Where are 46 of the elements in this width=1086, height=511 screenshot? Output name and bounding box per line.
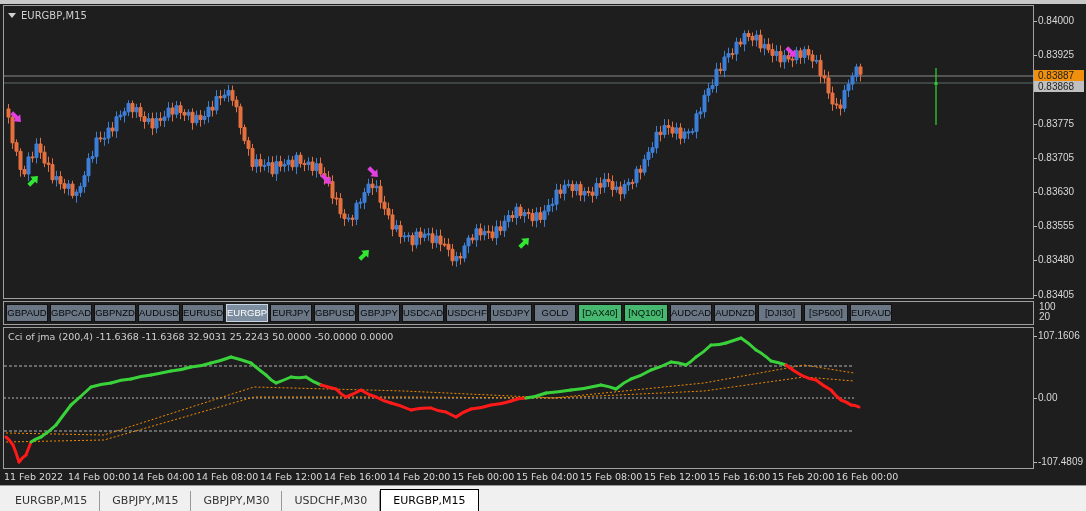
price-marker-drawing <box>934 67 938 126</box>
symbol-button[interactable]: EURGBP <box>226 304 268 322</box>
symbol-button[interactable]: GBPCAD <box>50 304 92 322</box>
symbol-button[interactable]: EURJPY <box>270 304 312 322</box>
symbol-button[interactable]: AUDNZD <box>714 304 756 322</box>
price-tag: 0.83868 <box>1034 81 1084 92</box>
chart-tab[interactable]: EURGBP,M15 <box>3 491 101 511</box>
symbol-button[interactable]: USDCAD <box>402 304 444 322</box>
scale-label: 20 <box>1039 312 1052 322</box>
chart-title: EURGBP,M15 <box>8 8 87 23</box>
chart-tab[interactable]: GBPJPY,M15 <box>100 491 192 511</box>
time-label: 15 Feb 00:00 <box>452 469 516 484</box>
chart-tab[interactable]: EURGBP,M15 <box>380 489 479 511</box>
symbol-button[interactable]: GBPAUD <box>6 304 48 322</box>
symbol-button[interactable]: GBPNZD <box>94 304 136 322</box>
symbol-button[interactable]: [DJI30] <box>758 304 802 322</box>
chart-tab[interactable]: GBPJPY,M30 <box>191 491 283 511</box>
time-label: 14 Feb 20:00 <box>388 469 452 484</box>
time-label: 15 Feb 04:00 <box>516 469 580 484</box>
time-label: 15 Feb 20:00 <box>772 469 836 484</box>
time-label: 16 Feb 00:00 <box>836 469 900 484</box>
scale-label: 100 <box>1039 302 1057 312</box>
symbol-button[interactable]: [DAX40] <box>578 304 622 322</box>
symbol-button[interactable]: AUDUSD <box>138 304 180 322</box>
time-label: 15 Feb 12:00 <box>644 469 708 484</box>
symbol-button[interactable]: [NQ100] <box>624 304 668 322</box>
time-label: 14 Feb 04:00 <box>132 469 196 484</box>
indicator-title: Cci of jma (200,4) -11.6368 -11.6368 32.9031 25.2243 50.0000 -50.0000 0.0000 <box>8 330 394 344</box>
time-label: 14 Feb 12:00 <box>260 469 324 484</box>
symbol-button[interactable]: GBPUSD <box>314 304 356 322</box>
time-label: 15 Feb 08:00 <box>580 469 644 484</box>
symbol-button[interactable]: [SP500] <box>804 304 848 322</box>
symbol-button[interactable]: GOLD <box>534 304 576 322</box>
time-label: 14 Feb 00:00 <box>68 469 132 484</box>
dropdown-triangle-icon[interactable] <box>8 12 16 19</box>
price-tag: 0.83887 <box>1034 70 1084 81</box>
symbol-button[interactable]: USDCHF <box>446 304 488 322</box>
time-label: 15 Feb 16:00 <box>708 469 772 484</box>
symbol-button[interactable]: EURAUD <box>850 304 892 322</box>
time-label: 14 Feb 08:00 <box>196 469 260 484</box>
symbol-button[interactable]: AUDCAD <box>670 304 712 322</box>
time-label: 14 Feb 16:00 <box>324 469 388 484</box>
symbol-button[interactable]: USDJPY <box>490 304 532 322</box>
symbol-button[interactable]: EURUSD <box>182 304 224 322</box>
symbol-button[interactable]: GBPJPY <box>358 304 400 322</box>
time-label: 11 Feb 2022 <box>4 469 65 484</box>
